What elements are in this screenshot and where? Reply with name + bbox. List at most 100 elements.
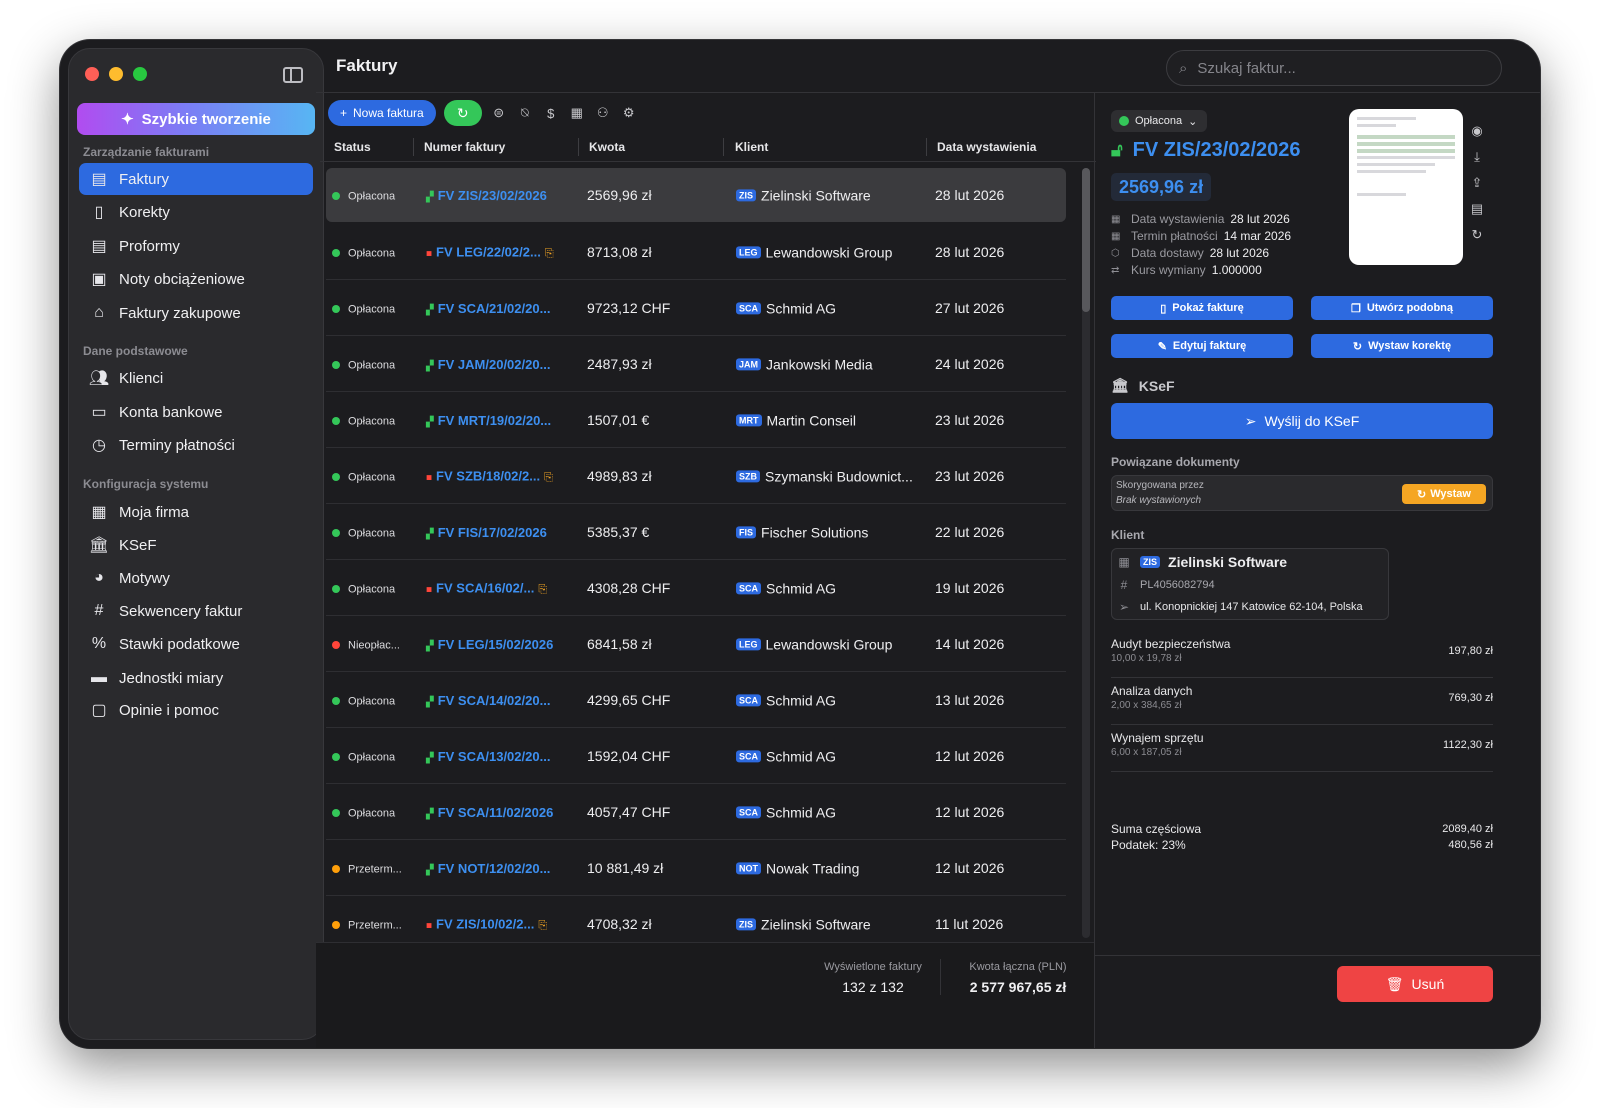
sidebar-item-moja-firma[interactable]: ▦ Moja firma (79, 496, 313, 528)
minimize-window-button[interactable] (109, 67, 123, 81)
invoice-number[interactable]: FV LEG/22/02/2... (436, 244, 541, 259)
table-row[interactable]: Opłacona ▞ FV SCA/21/02/20... 9723,12 CHF SC… (326, 280, 1066, 336)
create-similar-button[interactable]: ❐ Utwórz podobną (1311, 296, 1493, 320)
invoice-amount: 2569,96 zł (1111, 173, 1212, 201)
footer-divider (940, 959, 941, 995)
invoice-number[interactable]: FV SCA/21/02/20... (438, 301, 551, 316)
invoice-number[interactable]: FV SCA/13/02/20... (438, 749, 551, 764)
client-card[interactable]: ▦ ZIS Zielinski Software # PL4056082794 … (1111, 548, 1389, 620)
sidebar-item-faktury[interactable]: ▤ Faktury (79, 163, 313, 195)
meta-value: 14 mar 2026 (1223, 229, 1292, 243)
sidebar-item-konta-bankowe[interactable]: ▭ Konta bankowe (79, 396, 313, 428)
meta-row: ⇄ Kurs wymiany 1.000000 (1111, 262, 1291, 279)
sidebar-item-proformy[interactable]: ▤ Proformy (79, 230, 313, 262)
invoice-number[interactable]: FV ZIS/10/02/2... (436, 916, 534, 931)
sidebar-item-ksef[interactable]: 🏛︎ KSeF (79, 529, 313, 561)
print-icon[interactable]: ▤ (1467, 201, 1487, 216)
sidebar-item-terminy[interactable]: ◷ Terminy płatności (79, 429, 313, 461)
lock-icon: ■ (426, 248, 433, 259)
scrollbar[interactable] (1082, 168, 1090, 938)
total-value: 2 577 967,65 zł (969, 979, 1067, 995)
settings-icon[interactable]: ⚙ (620, 104, 638, 122)
invoice-number[interactable]: FV ZIS/23/02/2026 (438, 188, 547, 203)
invoice-number[interactable]: FV SCA/11/02/2026 (438, 805, 554, 820)
column-amount[interactable]: Kwota (589, 140, 625, 154)
table-row[interactable]: Opłacona ▞ FV JAM/20/02/20... 2487,93 zł JAM… (326, 336, 1066, 392)
table-row[interactable]: Przeterm... ■ FV ZIS/10/02/2... ⎘ 4708,32 zł… (326, 896, 1066, 942)
sidebar-item-opinie[interactable]: ▢ Opinie i pomoc (79, 694, 313, 726)
client-cell: SCA Schmid AG (736, 299, 836, 316)
invoice-number[interactable]: FV FIS/17/02/2026 (438, 525, 547, 540)
table-row[interactable]: Opłacona ▞ FV ZIS/23/02/2026 2569,96 zł ZIS Z… (326, 168, 1066, 222)
table-row[interactable]: Opłacona ▞ FV SCA/14/02/20... 4299,65 CHF SC… (326, 672, 1066, 728)
download-icon[interactable]: ⤓ (1467, 149, 1487, 164)
help-icon: ▢ (91, 702, 107, 719)
issue-button[interactable]: ↻ Wystaw (1402, 484, 1486, 504)
invoice-preview-thumbnail[interactable] (1349, 109, 1463, 265)
sidebar-item-faktury-zakupowe[interactable]: ⌂ Faktury zakupowe (79, 297, 313, 329)
sidebar-item-klienci[interactable]: 👥︎ Klienci (79, 362, 313, 394)
table-row[interactable]: Opłacona ▞ FV MRT/19/02/20... 1507,01 € MRT M… (326, 392, 1066, 448)
zoom-window-button[interactable] (133, 67, 147, 81)
filter-icon[interactable]: ⊜ (490, 104, 508, 122)
refresh-button[interactable]: ↻ (443, 100, 482, 126)
edit-invoice-button[interactable]: ✎ Edytuj fakturę (1111, 334, 1293, 358)
sync-icon[interactable]: ↻ (1467, 227, 1487, 242)
delete-label: Usuń (1411, 976, 1445, 992)
sidebar-item-motywy[interactable]: ◕ Motywy (79, 562, 313, 594)
close-window-button[interactable] (85, 67, 99, 81)
table-row[interactable]: Opłacona ■ FV LEG/22/02/2... ⎘ 8713,08 zł LEG… (326, 224, 1066, 280)
notification-off-icon[interactable]: ⍉ (516, 104, 534, 122)
column-date[interactable]: Data wystawienia (937, 140, 1036, 154)
item-qty: 10,00 x 19,78 zł (1111, 653, 1182, 664)
share-icon[interactable]: ⇪ (1467, 175, 1487, 190)
client-badge: NOT (736, 862, 761, 875)
calendar-icon[interactable]: ▦ (568, 104, 586, 122)
invoice-number[interactable]: FV SZB/18/02/2... (436, 468, 540, 483)
table-header: Status Numer faktury Kwota Klient Data w… (320, 132, 1096, 162)
table-row[interactable]: Opłacona ▞ FV FIS/17/02/2026 5385,37 € FIS Fi… (326, 504, 1066, 560)
new-invoice-button[interactable]: + Nowa faktura (328, 100, 436, 126)
sidebar-item-korekty[interactable]: ▯ Korekty (79, 196, 313, 228)
amount-cell: 4708,32 zł (587, 915, 652, 932)
date-cell: 12 lut 2026 (935, 747, 1005, 764)
person-icon[interactable]: ⚇ (594, 104, 612, 122)
eye-icon[interactable]: ◉ (1467, 123, 1487, 138)
plus-icon: + (340, 106, 348, 120)
invoice-number[interactable]: FV JAM/20/02/20... (438, 357, 551, 372)
table-row[interactable]: Opłacona ▞ FV SCA/11/02/2026 4057,47 CHF SCA… (326, 784, 1066, 840)
sidebar-item-label: Faktury zakupowe (119, 304, 241, 322)
debit-note-icon: ▣ (91, 271, 107, 288)
copy-icon: ❐ (1350, 302, 1361, 315)
column-number[interactable]: Numer faktury (424, 140, 505, 154)
show-invoice-button[interactable]: ▯ Pokaż fakturę (1111, 296, 1293, 320)
sidebar-toggle-icon[interactable] (283, 67, 303, 83)
quick-create-button[interactable]: ✦ Szybkie tworzenie (77, 103, 315, 135)
send-to-ksef-button[interactable]: ➢ Wyślij do KSeF (1111, 403, 1493, 439)
column-client[interactable]: Klient (735, 140, 768, 154)
invoice-number[interactable]: FV SCA/16/02/... (436, 580, 534, 595)
issue-correction-button[interactable]: ↻ Wystaw korektę (1311, 334, 1493, 358)
column-status[interactable]: Status (334, 140, 371, 154)
sidebar-item-jednostki[interactable]: ▬ Jednostki miary (79, 662, 313, 694)
sidebar-item-stawki[interactable]: % Stawki podatkowe (79, 628, 313, 660)
invoice-number[interactable]: FV LEG/15/02/2026 (438, 637, 554, 652)
scrollbar-thumb[interactable] (1082, 168, 1090, 312)
table-row[interactable]: Opłacona ▞ FV SCA/13/02/20... 1592,04 CHF SC… (326, 728, 1066, 784)
status-dropdown[interactable]: Opłacona ⌄ (1111, 110, 1208, 132)
table-row[interactable]: Opłacona ■ FV SCA/16/02/... ⎘ 4308,28 CHF SCA… (326, 560, 1066, 616)
table-row[interactable]: Przeterm... ▞ FV NOT/12/02/20... 10 881,49 … (326, 840, 1066, 896)
currency-icon[interactable]: $ (542, 104, 560, 122)
item-amount: 1122,30 zł (1443, 739, 1493, 751)
table-row[interactable]: Opłacona ■ FV SZB/18/02/2... ⎘ 4989,83 zł SZB… (326, 448, 1066, 504)
invoice-number[interactable]: FV NOT/12/02/20... (438, 861, 551, 876)
table-row[interactable]: Nieopłac... ▞ FV LEG/15/02/2026 6841,58 zł L… (326, 616, 1066, 672)
invoice-number[interactable]: FV SCA/14/02/20... (438, 693, 551, 708)
sidebar-item-noty[interactable]: ▣ Noty obciążeniowe (79, 263, 313, 295)
status-cell: Opłacona (332, 580, 395, 596)
sidebar-item-sekwencery[interactable]: # Sekwencery faktur (79, 595, 313, 627)
search-input[interactable]: ⌕ Szukaj faktur... (1166, 50, 1502, 86)
client-name: Martin Conseil (766, 412, 856, 429)
delete-button[interactable]: 🗑︎ Usuń (1337, 966, 1493, 1002)
invoice-number[interactable]: FV MRT/19/02/20... (438, 413, 551, 428)
